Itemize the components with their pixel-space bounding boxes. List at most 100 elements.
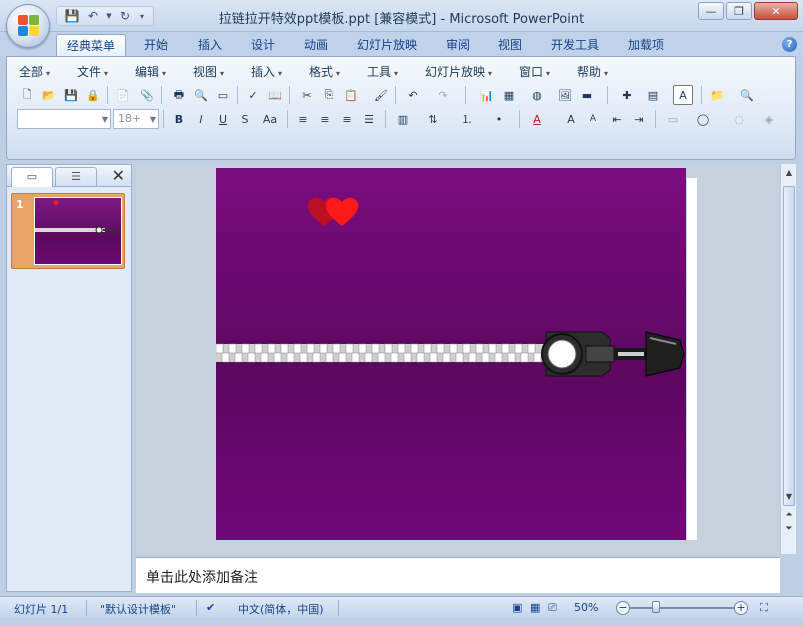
zoom-out-icon[interactable]: − bbox=[616, 601, 630, 615]
menu-window[interactable]: 窗口 ▾ bbox=[519, 63, 550, 80]
bold-icon[interactable]: B bbox=[169, 109, 189, 129]
font-color-icon[interactable]: A bbox=[527, 109, 547, 129]
menu-slideshow[interactable]: 幻灯片放映 ▾ bbox=[425, 63, 492, 80]
slide-thumbnail[interactable] bbox=[34, 197, 122, 265]
grow-font-icon[interactable]: A bbox=[561, 109, 581, 129]
tab-design[interactable]: 设计 bbox=[241, 34, 285, 56]
slideshow-icon[interactable]: ▭ bbox=[213, 85, 233, 105]
align-right-icon[interactable]: ≡ bbox=[337, 109, 357, 129]
zoom-icon[interactable]: 🔍 bbox=[737, 85, 757, 105]
publish-icon[interactable]: 📄 bbox=[113, 85, 133, 105]
menu-help[interactable]: 帮助 ▾ bbox=[577, 63, 608, 80]
numbering-icon[interactable]: ⒈ bbox=[457, 109, 477, 129]
shape-effects-icon[interactable]: ◌ bbox=[729, 109, 749, 129]
new-icon[interactable]: 🗋 bbox=[17, 85, 37, 105]
tab-addins[interactable]: 加载项 bbox=[618, 34, 674, 56]
office-button[interactable] bbox=[6, 4, 50, 48]
save-icon[interactable]: 💾 bbox=[61, 85, 81, 105]
close-icon[interactable]: ✕ bbox=[754, 2, 798, 20]
previous-slide-icon[interactable]: ⏶ bbox=[782, 508, 796, 522]
vertical-scrollbar[interactable]: ▲ ▼ ⏶ ⏷ bbox=[780, 164, 796, 554]
slide-thumbnail-frame[interactable]: 1 bbox=[11, 193, 125, 269]
slide-canvas[interactable] bbox=[212, 168, 686, 540]
tab-developer[interactable]: 开发工具 bbox=[541, 34, 609, 56]
new-slide-icon[interactable]: ✚ bbox=[617, 85, 637, 105]
bullets-icon[interactable]: • bbox=[489, 109, 509, 129]
picture-icon[interactable]: 🖼 bbox=[555, 85, 575, 105]
chart-icon[interactable]: 📊 bbox=[477, 85, 497, 105]
menu-tools[interactable]: 工具 ▾ bbox=[367, 63, 398, 80]
theme-name[interactable]: "默认设计模板" bbox=[100, 601, 176, 617]
folder-icon[interactable]: 📁 bbox=[707, 85, 727, 105]
underline-icon[interactable]: U bbox=[213, 109, 233, 129]
layout-icon[interactable]: ▤ bbox=[643, 85, 663, 105]
font-size-combo[interactable]: 18+ ▼ bbox=[113, 109, 159, 129]
tab-classic-menu[interactable]: 经典菜单 bbox=[56, 34, 127, 56]
scroll-up-icon[interactable]: ▲ bbox=[782, 166, 796, 180]
restore-icon[interactable]: ❐ bbox=[726, 2, 752, 20]
align-center-icon[interactable]: ≡ bbox=[315, 109, 335, 129]
menu-view[interactable]: 视图 ▾ bbox=[193, 63, 224, 80]
outline-tab[interactable]: ☰ bbox=[55, 167, 97, 187]
columns-icon[interactable]: ▥ bbox=[393, 109, 413, 129]
close-panel-icon[interactable]: ✕ bbox=[112, 167, 125, 185]
spell-check-icon[interactable]: ✔ bbox=[206, 601, 215, 614]
scrollbar-thumb[interactable] bbox=[783, 186, 795, 506]
color-grayscale-icon[interactable]: ▬ bbox=[577, 85, 597, 105]
scroll-down-icon[interactable]: ▼ bbox=[782, 490, 796, 504]
shapes-icon[interactable]: ◯ bbox=[693, 109, 713, 129]
undo-icon[interactable]: ↶ bbox=[403, 85, 423, 105]
spelling-icon[interactable]: ✓ bbox=[243, 85, 263, 105]
menu-edit[interactable]: 编辑 ▾ bbox=[135, 63, 166, 80]
permission-icon[interactable]: 🔒 bbox=[83, 85, 103, 105]
redo-icon[interactable]: ↷ bbox=[433, 85, 453, 105]
tab-view[interactable]: 视图 bbox=[488, 34, 532, 56]
menu-insert[interactable]: 插入 ▾ bbox=[251, 63, 282, 80]
notes-pane[interactable]: 单击此处添加备注 bbox=[136, 557, 780, 593]
zoom-slider-knob[interactable] bbox=[652, 601, 660, 613]
shadow-icon[interactable]: S bbox=[235, 109, 255, 129]
minimize-icon[interactable]: — bbox=[698, 2, 724, 20]
slideshow-view-icon[interactable]: ⎚ bbox=[548, 601, 557, 615]
tab-slideshow[interactable]: 幻灯片放映 bbox=[347, 34, 427, 56]
textbox-icon[interactable]: A bbox=[673, 85, 693, 105]
menu-all[interactable]: 全部 ▾ bbox=[19, 63, 50, 80]
notes-placeholder[interactable]: 单击此处添加备注 bbox=[146, 567, 258, 587]
shape-fill-icon[interactable]: ▭ bbox=[663, 109, 683, 129]
tab-review[interactable]: 审阅 bbox=[436, 34, 480, 56]
open-icon[interactable]: 📂 bbox=[39, 85, 59, 105]
print-preview-icon[interactable]: 🔍 bbox=[191, 85, 211, 105]
slide-sorter-icon[interactable]: ▦ bbox=[530, 601, 540, 614]
paint-bucket-icon[interactable]: ◈ bbox=[759, 109, 779, 129]
zoom-in-icon[interactable]: + bbox=[734, 601, 748, 615]
normal-view-icon[interactable]: ▣ bbox=[512, 601, 522, 614]
copy-icon[interactable]: ⎘ bbox=[319, 85, 339, 105]
italic-icon[interactable]: I bbox=[191, 109, 211, 129]
text-direction-icon[interactable]: ⇅ bbox=[423, 109, 443, 129]
font-name-combo[interactable]: ▼ bbox=[17, 109, 111, 129]
format-painter-icon[interactable]: 🖌 bbox=[371, 85, 391, 105]
tab-insert[interactable]: 插入 bbox=[188, 34, 232, 56]
shrink-font-icon[interactable]: A bbox=[583, 109, 603, 129]
cut-icon[interactable]: ✂ bbox=[297, 85, 317, 105]
print-icon[interactable]: 🖶 bbox=[169, 85, 189, 105]
language-indicator[interactable]: 中文(简体，中国) bbox=[238, 601, 324, 617]
decrease-indent-icon[interactable]: ⇤ bbox=[607, 109, 627, 129]
next-slide-icon[interactable]: ⏷ bbox=[782, 522, 796, 536]
zoom-level[interactable]: 50% bbox=[574, 601, 598, 614]
table-icon[interactable]: ▦ bbox=[499, 85, 519, 105]
help-icon[interactable]: ? bbox=[782, 37, 797, 52]
increase-indent-icon[interactable]: ⇥ bbox=[629, 109, 649, 129]
attach-icon[interactable]: 📎 bbox=[137, 85, 157, 105]
research-icon[interactable]: 📖 bbox=[265, 85, 285, 105]
menu-format[interactable]: 格式 ▾ bbox=[309, 63, 340, 80]
tab-animation[interactable]: 动画 bbox=[294, 34, 338, 56]
slides-tab[interactable]: ▭ bbox=[11, 167, 53, 187]
change-case-icon[interactable]: Aa bbox=[257, 109, 283, 129]
tab-home[interactable]: 开始 bbox=[134, 34, 178, 56]
align-left-icon[interactable]: ≡ bbox=[293, 109, 313, 129]
zoom-slider[interactable] bbox=[630, 607, 736, 609]
menu-file[interactable]: 文件 ▾ bbox=[77, 63, 108, 80]
clipart-icon[interactable]: ◍ bbox=[527, 85, 547, 105]
paste-icon[interactable]: 📋 bbox=[341, 85, 361, 105]
